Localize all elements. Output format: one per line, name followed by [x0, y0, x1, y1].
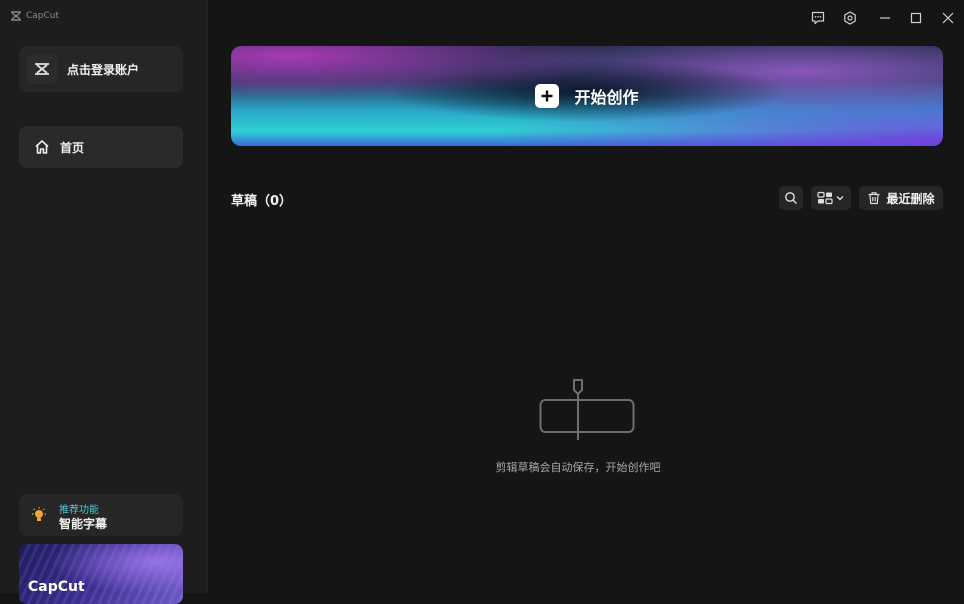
app-brand: CapCut: [10, 10, 59, 22]
sidebar-item-home[interactable]: 首页: [19, 126, 183, 168]
view-mode-dropdown[interactable]: [811, 186, 851, 210]
chevron-down-icon: [836, 196, 844, 201]
sidebar-item-label: 首页: [60, 140, 85, 155]
search-button[interactable]: [779, 186, 803, 210]
feature-name: 智能字幕: [59, 517, 108, 531]
recommended-feature-card[interactable]: 推荐功能 智能字幕: [19, 494, 183, 536]
promo-banner[interactable]: CapCut: [19, 544, 183, 604]
start-creating-label: 开始创作: [574, 88, 639, 107]
home-icon: [35, 140, 49, 154]
feedback-button[interactable]: [810, 10, 826, 26]
empty-drafts-message: 剪辑草稿会自动保存，开始创作吧: [495, 461, 661, 474]
trash-icon: [868, 192, 880, 205]
minimize-icon: [880, 17, 890, 19]
empty-drafts-illustration-icon: [539, 379, 635, 440]
search-icon: [785, 192, 797, 204]
capcut-logo-icon: [11, 11, 21, 21]
feedback-icon: [811, 11, 825, 25]
feature-tag: 推荐功能: [59, 505, 99, 516]
lightbulb-icon: [32, 507, 46, 521]
minimize-button[interactable]: [877, 10, 893, 26]
close-icon: [942, 12, 954, 24]
login-label: 点击登录账户: [67, 62, 140, 77]
settings-icon: [844, 11, 856, 25]
login-button[interactable]: 点击登录账户: [19, 46, 183, 92]
maximize-icon: [910, 12, 922, 24]
close-button[interactable]: [940, 10, 956, 26]
capcut-logo-icon: [35, 63, 49, 75]
grid-view-icon: [817, 191, 833, 205]
app-brand-label: CapCut: [26, 11, 60, 21]
sidebar: CapCut 点击登录账户 首页 推荐功能 智能字幕 CapCut: [0, 0, 208, 604]
plus-icon: [535, 84, 560, 108]
settings-button[interactable]: [842, 10, 858, 26]
drafts-title: 草稿（0）: [231, 194, 293, 209]
start-creating-button[interactable]: 开始创作: [231, 46, 943, 146]
maximize-button[interactable]: [908, 10, 924, 26]
recently-deleted-label: 最近删除: [886, 191, 935, 206]
avatar: [27, 54, 57, 84]
recently-deleted-button[interactable]: 最近删除: [859, 186, 943, 210]
